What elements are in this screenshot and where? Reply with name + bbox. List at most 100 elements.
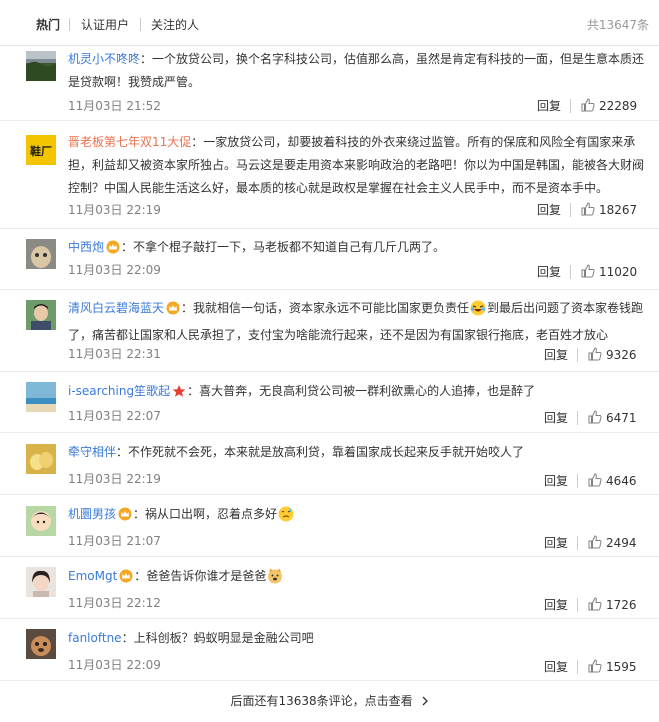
comment-item: 牵守相伴：不作死就不会死，本来就是放高利贷，靠着国家成长起来反手就开始咬人了 1… (0, 433, 659, 495)
comment-body-part: 我就相信一句话，资本家永远不可能比国家更负责任 (193, 301, 470, 315)
comment-text: 机圜男孩 ：祸从口出啊，忍着点多好 (68, 503, 649, 530)
crown-badge-icon (106, 239, 120, 262)
comment-time: 11月03日 21:07 (68, 534, 161, 548)
comment-item: 鞋厂 晋老板第七年双11大促：一家放贷公司，却要披着科技的外衣来绕过监管。所有的… (0, 121, 659, 229)
username-link[interactable]: 机圜男孩 (68, 507, 116, 521)
tab-following[interactable]: 关注的人 (151, 17, 199, 33)
like-count: 9326 (606, 348, 637, 362)
reply-button[interactable]: 回复 (537, 98, 561, 114)
comment-time: 11月03日 22:12 (68, 596, 161, 610)
avatar[interactable] (26, 629, 56, 659)
avatar[interactable] (26, 567, 56, 597)
avatar[interactable] (26, 382, 56, 412)
reply-button[interactable]: 回复 (544, 410, 568, 426)
thumb-up-icon (588, 535, 602, 549)
comment-item: i-searching笙歌起 ：喜大普奔，无良高利贷公司被一群利欲熏心的人追捧，也… (0, 372, 659, 433)
username-link[interactable]: fanloftne (68, 631, 122, 645)
reply-button[interactable]: 回复 (544, 597, 568, 613)
like-count: 18267 (599, 203, 638, 217)
action-divider (570, 99, 571, 113)
username-link[interactable]: EmoMgt (68, 569, 117, 583)
thumb-up-icon (581, 98, 595, 112)
username-link[interactable]: 中西炮 (68, 240, 104, 254)
username-link[interactable]: 机灵小不咚咚 (68, 52, 140, 66)
username-link[interactable]: 清风白云碧海蓝天 (68, 301, 164, 315)
comment-body: 爸爸告诉你谁才是爸爸 (146, 569, 267, 583)
action-divider (577, 660, 578, 674)
action-divider (577, 411, 578, 425)
reply-button[interactable]: 回复 (537, 264, 561, 280)
comment-time: 11月03日 22:09 (68, 263, 161, 277)
comment-body: 不拿个棍子敲打一下，马老板都不知道自己有几斤几两了。 (133, 240, 446, 254)
avatar[interactable] (26, 239, 56, 269)
comment-item: 机灵小不咚咚：一个放贷公司，换个名字科技公司，估值那么高，虽然是肯定有科技的一面… (0, 46, 659, 121)
action-divider (577, 348, 578, 362)
comment-item: 机圜男孩 ：祸从口出啊，忍着点多好 11月03日 21:07 回复 2494 (0, 495, 659, 557)
tab-verified-users[interactable]: 认证用户 (81, 17, 129, 33)
action-divider (577, 536, 578, 550)
comment-text: 牵守相伴：不作死就不会死，本来就是放高利贷，靠着国家成长起来反手就开始咬人了 (68, 445, 525, 459)
crown-badge-icon (166, 300, 180, 323)
comment-item: EmoMgt ：爸爸告诉你谁才是爸爸 11月03日 22:12 回复 1726 (0, 557, 659, 619)
reply-button[interactable]: 回复 (544, 473, 568, 489)
comment-text: fanloftne：上科创板？蚂蚁明显是金融公司吧 (68, 631, 314, 645)
comment-text: 中西炮 ：不拿个棍子敲打一下，马老板都不知道自己有几斤几两了。 (68, 236, 649, 262)
comment-text: i-searching笙歌起 ：喜大普奔，无良高利贷公司被一群利欲熏心的人追捧，也… (68, 380, 649, 406)
doge-emoji-icon (267, 568, 283, 592)
sweating-face-emoji-icon (278, 506, 294, 530)
avatar[interactable]: 鞋厂 (26, 135, 56, 165)
comment-time: 11月03日 22:19 (68, 203, 161, 217)
load-more-comments-link[interactable]: 后面还有13638条评论，点击查看 (0, 690, 659, 722)
like-count: 22289 (599, 99, 638, 113)
comment-text: EmoMgt ：爸爸告诉你谁才是爸爸 (68, 565, 649, 592)
load-more-label: 后面还有13638条评论，点击查看 (230, 694, 413, 708)
like-count: 4646 (606, 474, 637, 488)
svg-text:鞋厂: 鞋厂 (30, 144, 52, 158)
like-count: 1726 (606, 598, 637, 612)
comment-body: 喜大普奔，无良高利贷公司被一群利欲熏心的人追捧，也是醉了 (199, 384, 536, 398)
action-divider (570, 265, 571, 279)
thumb-up-icon (581, 264, 595, 278)
username-link[interactable]: 晋老板第七年双11大促 (68, 135, 191, 149)
reply-button[interactable]: 回复 (544, 659, 568, 675)
comment-item: fanloftne：上科创板？蚂蚁明显是金融公司吧 11月03日 22:09 回… (0, 619, 659, 681)
reply-button[interactable]: 回复 (544, 535, 568, 551)
comment-item: 中西炮 ：不拿个棍子敲打一下，马老板都不知道自己有几斤几两了。 11月03日 22… (0, 229, 659, 290)
star-badge-icon (172, 383, 186, 406)
avatar[interactable] (26, 444, 56, 474)
thumb-up-icon (588, 473, 602, 487)
username-link[interactable]: i-searching笙歌起 (68, 384, 170, 398)
comment-tabbar: 热门 认证用户 关注的人 共13647条 (0, 0, 659, 46)
action-divider (570, 203, 571, 217)
like-count: 6471 (606, 411, 637, 425)
comment-time: 11月03日 22:31 (68, 347, 161, 361)
thumb-up-icon (588, 410, 602, 424)
tab-divider (140, 18, 141, 31)
thumb-up-icon (588, 659, 602, 673)
comment-time: 11月03日 22:19 (68, 472, 161, 486)
chevron-right-icon (422, 696, 428, 706)
comment-text: 机灵小不咚咚：一个放贷公司，换个名字科技公司，估值那么高，虽然是肯定有科技的一面… (68, 52, 645, 89)
username-link[interactable]: 牵守相伴 (68, 445, 116, 459)
comment-body: 一个放贷公司，换个名字科技公司，估值那么高，虽然是肯定有科技的一面，但是生意本质… (68, 52, 645, 89)
comment-text: 清风白云碧海蓝天 ：我就相信一句话，资本家永远不可能比国家更负责任 到最后出问题了资… (68, 300, 644, 342)
comment-time: 11月03日 21:52 (68, 99, 161, 113)
crown-badge-icon (119, 568, 133, 591)
action-divider (577, 474, 578, 488)
reply-button[interactable]: 回复 (544, 347, 568, 363)
crown-badge-icon (118, 506, 132, 529)
laughing-tears-emoji-icon (470, 300, 486, 324)
tab-hot[interactable]: 热门 (36, 17, 60, 33)
comment-body: 上科创板？蚂蚁明显是金融公司吧 (133, 631, 314, 645)
comment-time: 11月03日 22:09 (68, 658, 161, 672)
like-count: 1595 (606, 660, 637, 674)
comment-text: 晋老板第七年双11大促：一家放贷公司，却要披着科技的外衣来绕过监管。所有的保底和… (68, 135, 645, 195)
avatar[interactable] (26, 506, 56, 536)
comment-time: 11月03日 22:07 (68, 409, 161, 423)
action-divider (577, 598, 578, 612)
avatar[interactable] (26, 51, 56, 81)
thumb-up-icon (588, 597, 602, 611)
thumb-up-icon (581, 202, 595, 216)
avatar[interactable] (26, 300, 56, 330)
reply-button[interactable]: 回复 (537, 202, 561, 218)
